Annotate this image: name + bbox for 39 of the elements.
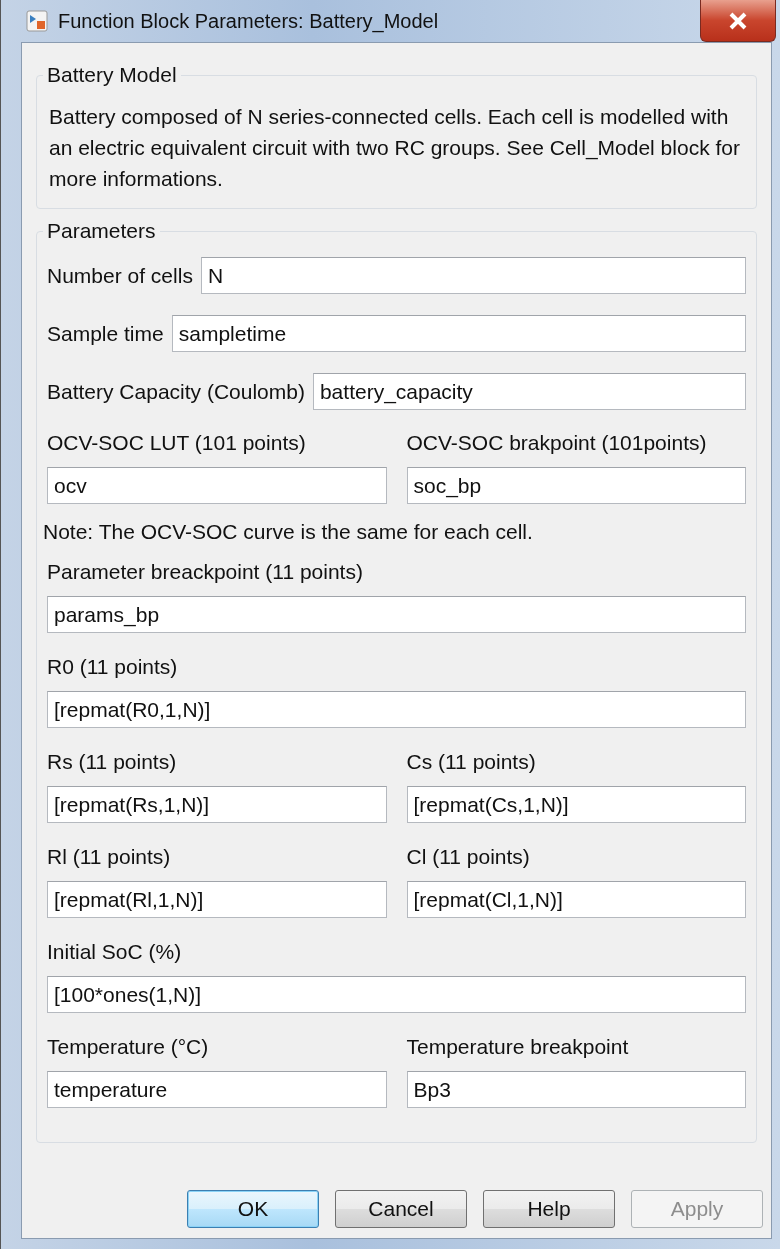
field-label: Temperature breakpoint [406,1035,630,1059]
group-title: Parameters [46,219,157,243]
field-label: OCV-SOC LUT (101 points) [47,431,307,455]
field-label: Sample time [47,321,164,346]
input-field[interactable]: N [200,257,746,294]
input-field[interactable]: Bp3 [406,1071,746,1108]
block-icon [26,10,48,32]
input-field[interactable]: [repmat(Rs,1,N)] [47,786,387,823]
field-label: Number of cells [47,263,193,288]
dialog-button[interactable]: OK [187,1190,319,1228]
input-field[interactable]: [repmat(Cs,1,N)] [406,786,746,823]
input-field[interactable]: temperature [47,1071,387,1108]
dialog-button[interactable]: Cancel [335,1190,467,1228]
input-field[interactable]: [repmat(R0,1,N)] [47,691,746,728]
field-label: Battery Capacity (Coulomb) [47,379,305,404]
field-label: Initial SoC (%) [47,940,183,964]
input-field[interactable]: [repmat(Rl,1,N)] [47,881,387,918]
close-icon [727,11,749,30]
input-field[interactable]: params_bp [47,596,746,633]
field-label: R0 (11 points) [47,655,179,679]
input-field[interactable]: soc_bp [406,467,746,504]
field-label: Rl (11 points) [47,845,172,869]
close-button[interactable] [700,0,776,42]
field-label: Rs (11 points) [47,750,178,774]
input-field[interactable]: battery_capacity [312,373,746,410]
input-field[interactable]: ocv [47,467,387,504]
field-label: Parameter breackpoint (11 points) [47,560,364,584]
dialog-button[interactable]: Help [483,1190,615,1228]
group-title: Battery Model [46,63,178,87]
description-text: Battery composed of N series-connected cells. Each cell is modelled with an electric equivalent circuit with two RC groups. See Cell_Model block for more informations. [49,104,741,192]
note-text: Note: The OCV-SOC curve is the same for each cell. [43,520,534,544]
window-title: Function Block Parameters: Battery_Model [58,9,439,33]
field-label: OCV-SOC brakpoint (101points) [406,431,708,455]
input-field[interactable]: [100*ones(1,N)] [47,976,746,1013]
field-label: Temperature (°C) [47,1035,210,1059]
field-label: Cs (11 points) [406,750,537,774]
field-label: Cl (11 points) [406,845,531,869]
input-field[interactable]: sampletime [171,315,746,352]
input-field[interactable]: [repmat(Cl,1,N)] [406,881,746,918]
